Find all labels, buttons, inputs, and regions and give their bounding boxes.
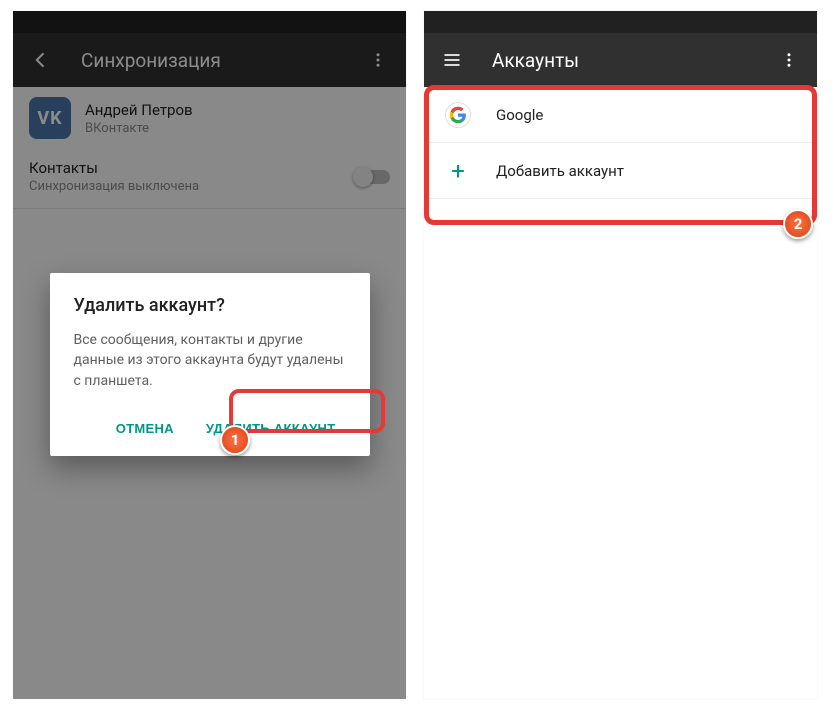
add-account-item[interactable]: + Добавить аккаунт	[424, 143, 817, 199]
status-bar	[424, 11, 817, 33]
more-vert-icon[interactable]	[777, 48, 801, 72]
app-bar-accounts: Аккаунты	[424, 33, 817, 87]
callout-badge-2: 2	[783, 209, 813, 239]
account-label: Google	[496, 106, 543, 124]
screenshot-right: Аккаунты Google + Добавить аккаунт 2	[423, 10, 818, 700]
dialog-title: Удалить аккаунт?	[74, 295, 346, 316]
account-item-google[interactable]: Google	[424, 87, 817, 143]
cancel-button[interactable]: ОТМЕНА	[106, 413, 184, 444]
hamburger-icon[interactable]	[440, 48, 464, 72]
plus-icon: +	[442, 155, 474, 187]
delete-account-dialog: Удалить аккаунт? Все сообщения, контакты…	[50, 273, 370, 456]
screenshot-left: Синхронизация VK Андрей Петров ВКонтакте…	[12, 10, 407, 700]
dialog-actions: ОТМЕНА УДАЛИТЬ АККАУНТ	[74, 413, 346, 444]
callout-badge-1: 1	[220, 425, 250, 455]
dialog-body: Все сообщения, контакты и другие данные …	[74, 330, 346, 391]
accounts-list: Google + Добавить аккаунт	[424, 87, 817, 699]
delete-account-button[interactable]: УДАЛИТЬ АККАУНТ	[196, 413, 346, 444]
google-icon	[442, 99, 474, 131]
add-account-label: Добавить аккаунт	[496, 162, 624, 180]
appbar-title: Аккаунты	[492, 49, 579, 72]
